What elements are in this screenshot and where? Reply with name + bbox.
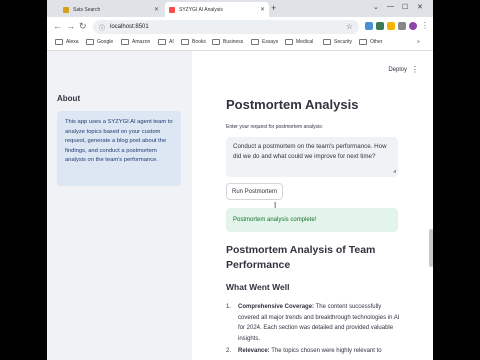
- new-tab-button[interactable]: +: [271, 3, 276, 13]
- bookmark-alexa[interactable]: Alexa: [55, 39, 79, 45]
- bookmark-security[interactable]: Security: [323, 39, 352, 45]
- bookmark-amazon[interactable]: Amazon: [121, 39, 150, 45]
- address-bar[interactable]: ⓘ localhost:8501 ☆: [93, 20, 359, 34]
- folder-icon: [181, 39, 189, 45]
- bookmark-essays[interactable]: Essays: [251, 39, 278, 45]
- about-heading: About: [57, 94, 81, 103]
- back-icon[interactable]: ←: [53, 21, 62, 31]
- folder-icon: [86, 39, 94, 45]
- list-item-title: Comprehensive Coverage:: [238, 304, 315, 310]
- tab-title: Sats Search: [73, 6, 101, 13]
- folder-icon: [158, 39, 166, 45]
- close-tab-icon[interactable]: ✕: [260, 6, 265, 13]
- url-text: localhost:8501: [110, 24, 149, 30]
- minimize-icon[interactable]: —: [387, 3, 394, 10]
- textarea-value: Conduct a postmortem on the team's perfo…: [233, 143, 387, 160]
- resize-handle-icon[interactable]: ◢: [393, 166, 396, 176]
- tab-strip: Sats Search ✕ SYZYGI AI Analysis ✕ + ⌄ —…: [47, 0, 433, 17]
- went-well-heading: What Went Well: [226, 282, 290, 292]
- folder-icon: [323, 39, 331, 45]
- tab-syzygi-ai-analysis[interactable]: SYZYGI AI Analysis ✕: [165, 2, 269, 17]
- profile-avatar[interactable]: [409, 22, 417, 30]
- postmortem-request-textarea[interactable]: Conduct a postmortem on the team's perfo…: [226, 137, 398, 177]
- deploy-button[interactable]: Deploy: [388, 67, 407, 73]
- tab-title: SYZYGI AI Analysis: [179, 6, 223, 13]
- bookmark-business[interactable]: Business: [212, 39, 243, 45]
- extension-icon[interactable]: [376, 22, 384, 30]
- close-window-icon[interactable]: ✕: [417, 3, 423, 11]
- browser-window: Sats Search ✕ SYZYGI AI Analysis ✕ + ⌄ —…: [47, 0, 433, 360]
- list-number: 1.: [226, 304, 232, 310]
- close-tab-icon[interactable]: ✕: [154, 6, 159, 13]
- bookmark-other[interactable]: Other: [359, 39, 383, 45]
- bookmark-ai[interactable]: AI: [158, 39, 174, 45]
- input-label: Enter your request for postmortem analys…: [226, 124, 323, 130]
- extension-icon[interactable]: [387, 22, 395, 30]
- folder-icon: [121, 39, 129, 45]
- bookmark-books[interactable]: Books: [181, 39, 206, 45]
- folder-icon: [212, 39, 220, 45]
- maximize-icon[interactable]: ☐: [402, 3, 408, 11]
- bookmark-star-icon[interactable]: ☆: [346, 22, 353, 31]
- extension-icon[interactable]: [365, 22, 373, 30]
- tab-search-icon[interactable]: ⌄: [373, 3, 379, 11]
- list-item: 2. Relevance: The topics chosen were hig…: [226, 346, 402, 357]
- page-title: Postmortem Analysis: [226, 97, 359, 112]
- about-info-box: This app uses a SYZYGI AI agent team to …: [57, 111, 181, 186]
- app-sidebar: About This app uses a SYZYGI AI agent te…: [47, 51, 192, 360]
- list-number: 2.: [226, 348, 232, 354]
- run-postmortem-button[interactable]: Run Postmortem: [226, 183, 284, 200]
- forward-icon[interactable]: →: [66, 21, 75, 31]
- list-item-title: Relevance:: [238, 348, 270, 354]
- tab-sats-search[interactable]: Sats Search ✕: [59, 2, 163, 17]
- bookmarks-bar: Alexa Google Amazon AI Books Business Es…: [47, 37, 433, 51]
- browser-menu-icon[interactable]: ⋮: [421, 21, 429, 30]
- folder-icon: [359, 39, 367, 45]
- tab-favicon-icon: [63, 6, 69, 13]
- bookmarks-overflow-icon[interactable]: »: [417, 39, 420, 45]
- list-item-text: The topics chosen were highly relevant t…: [271, 348, 382, 354]
- folder-icon: [251, 39, 259, 45]
- bookmark-google[interactable]: Google: [86, 39, 113, 45]
- main-menu-icon[interactable]: ⋮: [411, 65, 419, 74]
- browser-toolbar: ← → ↻ ⓘ localhost:8501 ☆ ⋮: [47, 17, 433, 37]
- went-well-list: 1. Comprehensive Coverage: The content s…: [226, 302, 402, 359]
- scrollbar-thumb[interactable]: [429, 229, 433, 267]
- reload-icon[interactable]: ↻: [79, 21, 87, 32]
- app-main: Deploy ⋮ Postmortem Analysis Enter your …: [192, 51, 433, 360]
- site-info-icon[interactable]: ⓘ: [99, 23, 105, 32]
- success-alert: Postmortem analysis complete!: [226, 208, 398, 232]
- folder-icon: [285, 39, 293, 45]
- report-heading: Postmortem Analysis of Team Performance: [226, 244, 376, 271]
- extensions-puzzle-icon[interactable]: [398, 22, 406, 30]
- list-item: 1. Comprehensive Coverage: The content s…: [226, 302, 402, 344]
- folder-icon: [55, 39, 63, 45]
- streamlit-favicon-icon: [169, 6, 175, 13]
- bookmark-medical[interactable]: Medical: [285, 39, 313, 45]
